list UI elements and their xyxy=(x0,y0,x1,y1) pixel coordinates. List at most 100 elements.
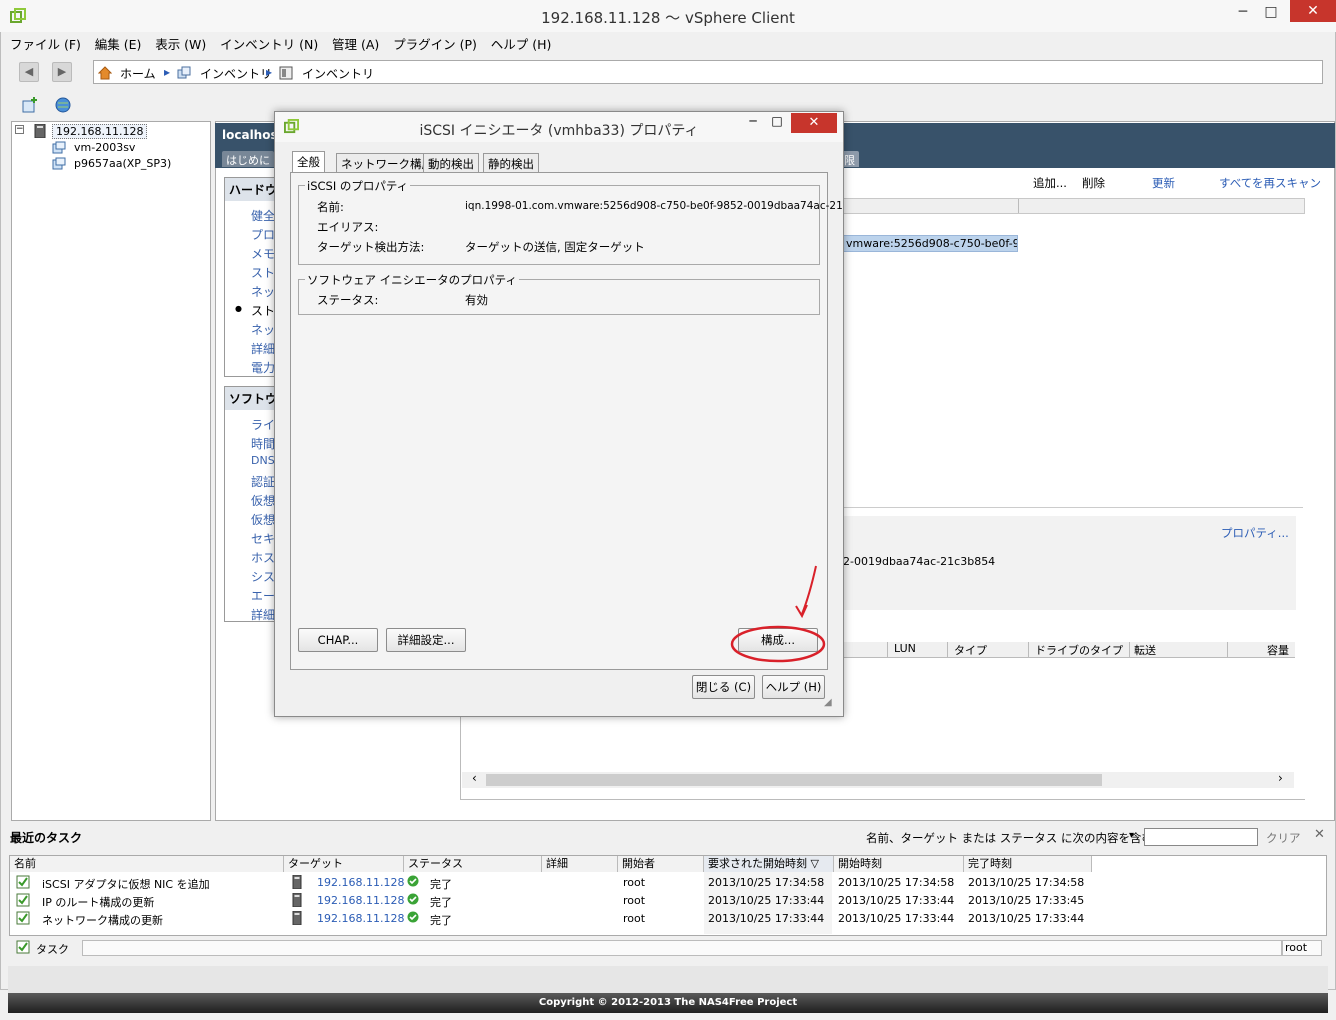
scrollbar-thumb[interactable] xyxy=(486,774,1102,786)
hardware-item[interactable]: ネット xyxy=(225,319,281,338)
task-col-target[interactable]: ターゲット xyxy=(284,856,404,872)
dialog-maximize-button[interactable]: □ xyxy=(767,114,787,128)
title-bar[interactable]: 192.168.11.128 ～ vSphere Client ─ □ ✕ xyxy=(0,0,1336,32)
horizontal-scrollbar[interactable]: ‹ › xyxy=(462,771,1294,788)
task-target[interactable]: 192.168.11.128 xyxy=(317,912,404,925)
task-target[interactable]: 192.168.11.128 xyxy=(317,894,404,907)
menu-inventory[interactable]: インベントリ (N) xyxy=(220,37,318,52)
menu-view[interactable]: 表示 (W) xyxy=(155,37,206,52)
properties-link[interactable]: プロパティ... xyxy=(1221,525,1289,541)
close-tasks-icon[interactable]: ✕ xyxy=(1314,827,1325,842)
inventory-icon xyxy=(177,66,191,79)
software-item[interactable]: 仮想 xyxy=(225,490,281,509)
hardware-item-storage-adapters[interactable]: ●ストレ xyxy=(225,300,281,319)
clear-filter-link[interactable]: クリア xyxy=(1266,830,1301,846)
refresh-link[interactable]: 更新 xyxy=(1152,175,1175,191)
task-end-time: 2013/10/25 17:34:58 xyxy=(968,876,1085,889)
dialog-minimize-button[interactable]: ─ xyxy=(743,114,763,128)
task-status: 完了 xyxy=(430,914,452,927)
status-label: ステータス: xyxy=(317,293,379,307)
tree-vm[interactable]: vm-2003sv xyxy=(74,141,135,154)
filter-dropdown-icon[interactable]: ▾ xyxy=(1129,830,1134,841)
current-user: root xyxy=(1282,940,1322,956)
new-vm-icon[interactable] xyxy=(21,96,39,114)
vm-icon xyxy=(52,157,66,170)
hardware-item[interactable]: ネット xyxy=(225,281,281,300)
window-title: 192.168.11.128 ～ vSphere Client xyxy=(541,9,795,27)
minimize-button[interactable]: ─ xyxy=(1228,0,1258,28)
software-item[interactable]: ホスト xyxy=(225,547,281,566)
menu-plugins[interactable]: プラグイン (P) xyxy=(393,37,477,52)
remove-link[interactable]: 削除 xyxy=(1082,175,1105,191)
software-item[interactable]: エージ xyxy=(225,585,281,604)
hardware-item[interactable]: メモリ xyxy=(225,243,281,262)
adapter-row-selected[interactable]: vmware:5256d908-c750-be0f-98... xyxy=(843,235,1018,252)
software-item[interactable]: DNS xyxy=(225,452,281,471)
task-col-initiator[interactable]: 開始者 xyxy=(618,856,704,872)
task-end-time: 2013/10/25 17:33:45 xyxy=(968,894,1085,907)
menu-file[interactable]: ファイル (F) xyxy=(10,37,81,52)
task-col-requested[interactable]: 要求された開始時刻 ▽ xyxy=(704,856,834,872)
hardware-item[interactable]: 健全 xyxy=(225,205,281,224)
scroll-left-icon[interactable]: ‹ xyxy=(472,771,477,785)
tree-host[interactable]: 192.168.11.128 xyxy=(52,124,148,139)
software-item[interactable]: セキュ xyxy=(225,528,281,547)
breadcrumb-inventory[interactable]: インベントリ xyxy=(200,65,272,82)
column-header-transport[interactable]: 転送 xyxy=(1129,642,1227,658)
software-item[interactable]: 時間 xyxy=(225,433,281,452)
tab-dynamic-discovery[interactable]: 動的検出 xyxy=(423,153,479,172)
task-name: ネットワーク構成の更新 xyxy=(42,914,163,927)
close-button[interactable]: ✕ xyxy=(1290,0,1336,22)
chap-button[interactable]: CHAP... xyxy=(298,628,378,652)
success-icon xyxy=(407,875,419,890)
iqn-fragment: 2-0019dbaa74ac-21c3b854 xyxy=(843,555,996,568)
software-item[interactable]: 仮想 xyxy=(225,509,281,528)
back-icon[interactable]: ◀ xyxy=(19,62,39,82)
resize-grip-icon[interactable]: ◢ xyxy=(824,697,838,711)
globe-icon[interactable] xyxy=(54,96,72,114)
tab-static-discovery[interactable]: 静的検出 xyxy=(483,153,539,172)
device-table-header: LUN タイプ ドライブのタイプ 転送 容量 xyxy=(843,642,1295,658)
task-col-details[interactable]: 詳細 xyxy=(542,856,618,872)
breadcrumb-separator-icon: ▸ xyxy=(266,65,273,79)
advanced-settings-button[interactable]: 詳細設定... xyxy=(386,628,466,652)
dialog-close-action-button[interactable]: 閉じる (C) xyxy=(692,675,755,699)
software-item[interactable]: システ xyxy=(225,566,281,585)
tasks-status-button[interactable]: タスク xyxy=(36,941,69,957)
column-header-type[interactable]: タイプ xyxy=(947,642,1029,658)
task-filter-input[interactable] xyxy=(1144,828,1258,846)
forward-icon[interactable]: ▶ xyxy=(52,62,72,82)
task-col-status[interactable]: ステータス xyxy=(404,856,542,872)
task-col-end[interactable]: 完了時刻 xyxy=(964,856,1092,872)
dialog-close-button[interactable]: ✕ xyxy=(791,113,837,133)
hardware-item[interactable]: 詳細 xyxy=(225,338,281,357)
maximize-button[interactable]: □ xyxy=(1256,0,1286,28)
hardware-item[interactable]: ストレ xyxy=(225,262,281,281)
menu-admin[interactable]: 管理 (A) xyxy=(332,37,379,52)
tree-collapse-icon[interactable]: − xyxy=(15,125,24,134)
add-link[interactable]: 追加... xyxy=(1033,175,1067,191)
menu-help[interactable]: ヘルプ (H) xyxy=(491,37,552,52)
dialog-help-button[interactable]: ヘルプ (H) xyxy=(762,675,825,699)
hardware-item[interactable]: 電力 xyxy=(225,357,281,376)
dialog-title-bar[interactable]: iSCSI イニシエータ (vmhba33) プロパティ ─ □ ✕ xyxy=(275,112,843,142)
software-item[interactable]: 認証 xyxy=(225,471,281,490)
hardware-item[interactable]: プロセ xyxy=(225,224,281,243)
software-item[interactable]: 詳細 xyxy=(225,604,281,623)
task-col-start[interactable]: 開始時刻 xyxy=(834,856,964,872)
breadcrumb-home[interactable]: ホーム xyxy=(120,65,156,82)
tree-vm[interactable]: p9657aa(XP_SP3) xyxy=(74,157,171,170)
task-target[interactable]: 192.168.11.128 xyxy=(317,876,404,889)
rescan-all-link[interactable]: すべてを再スキャン xyxy=(1219,175,1321,191)
vm-icon xyxy=(52,141,66,154)
column-header-capacity[interactable]: 容量 xyxy=(1227,642,1295,658)
column-header-drive-type[interactable]: ドライブのタイプ xyxy=(1028,642,1130,658)
breadcrumb-current[interactable]: インベントリ xyxy=(302,65,374,82)
scroll-right-icon[interactable]: › xyxy=(1278,771,1283,785)
task-col-name[interactable]: 名前 xyxy=(10,856,284,872)
status-bar: タスク root xyxy=(10,939,1326,957)
tab-getting-started[interactable]: はじめに xyxy=(222,151,274,167)
menu-edit[interactable]: 編集 (E) xyxy=(95,37,142,52)
software-item[interactable]: ライセ xyxy=(225,414,281,433)
tab-general[interactable]: 全般 xyxy=(292,151,325,173)
